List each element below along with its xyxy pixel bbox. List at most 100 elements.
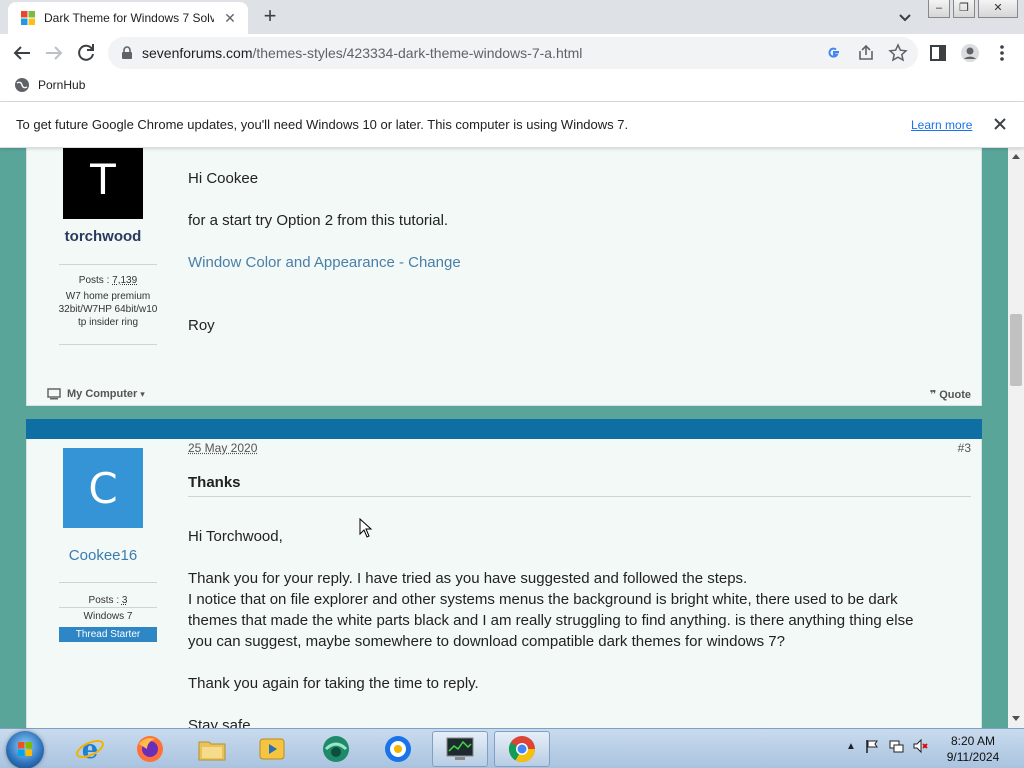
bookmark-item[interactable]: PornHub <box>14 77 85 93</box>
taskbar-app-vpn[interactable] <box>370 731 426 767</box>
bookmark-label: PornHub <box>38 78 85 92</box>
google-lens-icon[interactable] <box>824 43 844 63</box>
my-computer-label: My Computer <box>67 388 137 400</box>
avatar[interactable]: C <box>63 448 143 528</box>
vpn-shield-icon <box>383 734 413 764</box>
chevron-down-icon: ▾ <box>140 389 145 400</box>
my-computer-button[interactable]: My Computer ▾ <box>47 388 145 400</box>
posts-count[interactable]: 3 <box>122 595 128 606</box>
quote-icon: ❞ <box>930 389 936 401</box>
internet-explorer-icon: e <box>75 734 105 764</box>
post-body-line: Thank you for your reply. I have tried a… <box>188 568 747 589</box>
address-bar[interactable]: sevenforums.com/themes-styles/423334-dar… <box>108 37 918 69</box>
share-icon[interactable] <box>856 43 876 63</box>
scrollbar-thumb[interactable] <box>1010 314 1022 386</box>
thread-starter-badge: Thread Starter <box>59 627 157 642</box>
chrome-menu-icon[interactable] <box>992 43 1012 63</box>
scroll-up-icon[interactable] <box>1012 154 1020 159</box>
post-card: C Cookee16 Posts : 3 Windows 7 Thread St… <box>26 437 982 728</box>
title-divider <box>188 496 971 497</box>
lock-icon[interactable] <box>120 46 134 60</box>
task-manager-icon <box>445 736 475 762</box>
infobar-message: To get future Google Chrome updates, you… <box>16 117 628 132</box>
quote-button[interactable]: ❞ Quote <box>930 388 971 401</box>
username[interactable]: Cookee16 <box>28 547 178 564</box>
system-clock[interactable]: 8:20 AM 9/11/2024 <box>930 733 1016 765</box>
new-tab-button[interactable]: + <box>258 5 282 29</box>
avatar-letter: C <box>88 464 117 513</box>
avatar-letter: T <box>90 155 116 204</box>
url-domain: sevenforums.com <box>142 45 252 61</box>
page-viewport: T torchwood Posts : 7,139 W7 home premiu… <box>0 148 1008 728</box>
start-button[interactable] <box>6 731 44 768</box>
clock-date: 9/11/2024 <box>930 749 1016 765</box>
tab-search-chevron-icon[interactable] <box>895 8 915 28</box>
restore-window-icon[interactable]: ❐ <box>953 0 975 18</box>
windows-taskbar: e ▲ 8:20 AM 9/11/2024 <box>0 728 1024 768</box>
taskbar-app-globe[interactable] <box>308 731 364 767</box>
post-count: Posts : 3 <box>58 594 158 607</box>
taskbar-task-manager[interactable] <box>432 731 488 767</box>
reload-icon[interactable] <box>74 41 98 65</box>
bookmarks-bar: PornHub <box>0 72 1024 102</box>
post-header-bar <box>26 419 982 439</box>
post-body-line: Stay safe <box>188 715 251 728</box>
taskbar-chrome[interactable] <box>494 731 550 767</box>
bookmark-star-icon[interactable] <box>888 43 908 63</box>
volume-muted-icon[interactable] <box>912 738 928 754</box>
globe-icon <box>14 77 30 93</box>
post-card: T torchwood Posts : 7,139 W7 home premiu… <box>26 148 982 406</box>
quote-label: Quote <box>939 389 971 401</box>
learn-more-link[interactable]: Learn more <box>911 118 972 132</box>
divider <box>59 582 157 583</box>
side-panel-icon[interactable] <box>928 43 948 63</box>
browser-toolbar: sevenforums.com/themes-styles/423334-dar… <box>0 34 1024 72</box>
page-scrollbar[interactable] <box>1008 148 1024 728</box>
divider <box>59 344 157 345</box>
sevenforums-favicon-icon <box>20 10 36 26</box>
taskbar-media-player[interactable] <box>244 731 300 767</box>
post-body-line: Thank you again for taking the time to r… <box>188 673 479 694</box>
post-date[interactable]: 25 May 2020 <box>188 441 257 455</box>
posts-count[interactable]: 7,139 <box>112 275 137 286</box>
url-text[interactable]: sevenforums.com/themes-styles/423334-dar… <box>142 45 582 61</box>
avatar[interactable]: T <box>63 148 143 219</box>
show-hidden-icons-icon[interactable]: ▲ <box>846 741 856 752</box>
post-body-line: you can suggest, maybe somewhere to down… <box>188 631 785 652</box>
tab-close-icon[interactable]: ✕ <box>222 10 238 27</box>
action-center-flag-icon[interactable] <box>864 738 880 754</box>
post-number[interactable]: #3 <box>958 441 971 455</box>
clock-time: 8:20 AM <box>930 733 1016 749</box>
system-specs: W7 home premium 32bit/W7HP 64bit/w10 tp … <box>58 290 158 329</box>
posts-label: Posts : <box>89 595 120 606</box>
network-icon[interactable] <box>888 738 904 754</box>
post-count: Posts : 7,139 <box>58 274 158 287</box>
post-body-line: I notice that on file explorer and other… <box>188 589 898 610</box>
browser-tab[interactable]: Dark Theme for Windows 7 Solve ✕ <box>8 2 248 34</box>
taskbar-file-explorer[interactable] <box>184 731 240 767</box>
infobar-close-icon[interactable] <box>990 114 1010 134</box>
profile-avatar-icon[interactable] <box>960 43 980 63</box>
update-infobar: To get future Google Chrome updates, you… <box>0 102 1024 148</box>
back-arrow-icon[interactable] <box>10 41 34 65</box>
url-path: /themes-styles/423334-dark-theme-windows… <box>252 45 582 61</box>
tab-title: Dark Theme for Windows 7 Solve <box>44 11 214 25</box>
post-body-line: for a start try Option 2 from this tutor… <box>188 210 448 231</box>
post-title: Thanks <box>188 474 241 491</box>
post-body-line: Hi Cookee <box>188 168 258 189</box>
tutorial-link[interactable]: Window Color and Appearance - Change <box>188 252 461 273</box>
folder-icon <box>197 734 227 764</box>
scroll-down-icon[interactable] <box>1012 716 1020 721</box>
green-globe-icon <box>320 733 352 765</box>
post-body-line: Roy <box>188 315 215 336</box>
media-player-icon <box>257 734 287 764</box>
taskbar-internet-explorer[interactable]: e <box>62 731 118 767</box>
close-window-icon[interactable]: ✕ <box>978 0 1018 18</box>
forward-arrow-icon[interactable] <box>42 41 66 65</box>
username[interactable]: torchwood <box>28 228 178 245</box>
firefox-icon <box>135 734 165 764</box>
windows-logo-icon <box>6 731 44 768</box>
taskbar-firefox[interactable] <box>122 731 178 767</box>
computer-icon <box>47 388 61 400</box>
minimize-window-icon[interactable]: – <box>928 0 950 18</box>
